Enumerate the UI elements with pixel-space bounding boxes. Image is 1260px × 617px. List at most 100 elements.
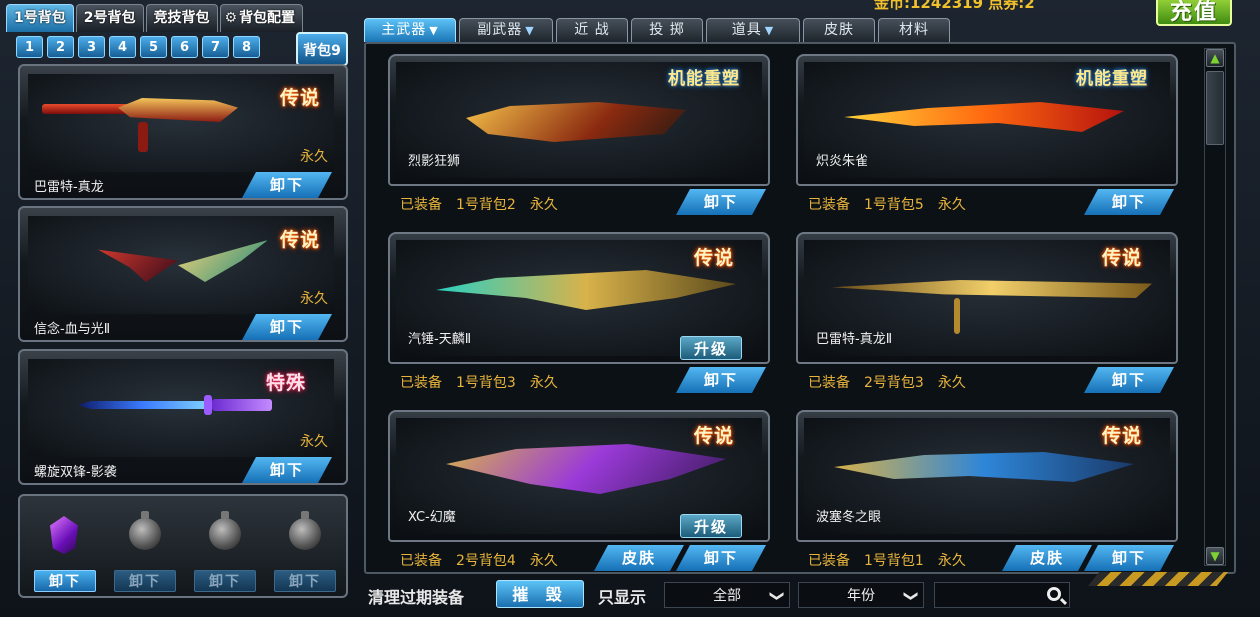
scrollbar[interactable]: ▲ ▼ [1204,48,1226,566]
filter-all-select[interactable]: 全部 ❯ [664,582,790,608]
chevron-down-icon: ▼ [429,24,439,37]
bag-number-6[interactable]: 6 [171,36,198,58]
tab-label: 副武器 [477,22,523,38]
tab-materials[interactable]: 材料 [878,18,950,42]
left-slot-primary[interactable]: 传说 永久 巴雷特-真龙 卸下 [18,64,348,200]
scroll-down-icon[interactable]: ▼ [1206,547,1224,565]
weapon-name: 汽锤-天麟Ⅱ [408,332,472,347]
bag-number-4[interactable]: 4 [109,36,136,58]
chevron-down-icon: ❯ [769,590,786,602]
filter-year-select[interactable]: 年份 ❯ [798,582,924,608]
tab-label: 主武器 [381,22,427,38]
currency-display: 金币:1242319 点券:2 [874,0,1035,12]
weapon-card[interactable]: 传说 巴雷特-真龙Ⅱ 已装备 2号背包3 永久 卸下 [792,228,1190,398]
unload-button[interactable]: 卸下 [676,189,766,215]
tab-primary-weapon[interactable]: 主武器 ▼ [364,18,456,42]
tab-skins[interactable]: 皮肤 [803,18,875,42]
search-input[interactable] [937,585,1037,605]
unload-button[interactable]: 卸下 [1084,189,1174,215]
weapon-card[interactable]: 机能重塑 炽炎朱雀 已装备 1号背包5 永久 卸下 [792,50,1190,220]
upgrade-button[interactable]: 升级 [680,336,742,360]
weapon-name: 螺旋双锋-影袭 [34,465,117,480]
chevron-down-icon: ▼ [525,24,535,37]
show-only-label: 只显示 [598,588,647,607]
unload-button[interactable]: 卸下 [1084,367,1174,393]
recharge-button[interactable]: 充值 [1156,0,1232,26]
badge-label: 机能重塑 [668,69,740,89]
skin-button[interactable]: 皮肤 [1002,545,1092,571]
throwable-slot-3[interactable] [202,508,244,558]
crystal-grenade-icon [50,516,78,554]
chevron-down-icon: ▼ [764,24,775,37]
unload-button[interactable]: 卸下 [242,457,332,483]
throwable-slot-4[interactable] [282,508,324,558]
tab-items[interactable]: 道具 ▼ [706,18,800,42]
unload-button[interactable]: 卸下 [242,172,332,198]
tab-label: 道具 [731,22,762,38]
weapon-card[interactable]: 传说 升级 XC-幻魔 已装备 2号背包4 永久 皮肤 卸下 [384,406,782,576]
weapon-name: 信念-血与光Ⅱ [34,322,111,337]
unload-button-4[interactable]: 卸下 [274,570,336,592]
tab-bag-1[interactable]: 1号背包 [6,4,74,32]
left-slot-secondary[interactable]: 传说 永久 信念-血与光Ⅱ 卸下 [18,206,348,342]
bag-number-1[interactable]: 1 [16,36,43,58]
bottom-bar: 清理过期装备 摧 毁 只显示 全部 ❯ 年份 ❯ [364,576,1236,614]
filter-all-value: 全部 [713,588,741,604]
rarity-badge: 传说 [694,247,735,269]
rarity-badge: 特殊 [266,372,307,394]
tab-secondary-weapon[interactable]: 副武器 ▼ [459,18,553,42]
search-field[interactable] [934,582,1070,608]
weapon-name: 炽炎朱雀 [816,154,869,169]
tab-bag-config[interactable]: ⚙ 背包配置 [219,4,304,32]
weapon-name: 烈影狂狮 [408,154,461,169]
unload-button[interactable]: 卸下 [676,545,766,571]
rarity-badge: 传说 [1102,247,1143,269]
unload-button[interactable]: 卸下 [242,314,332,340]
skin-button[interactable]: 皮肤 [594,545,684,571]
destroy-button[interactable]: 摧 毁 [496,580,584,608]
equip-info: 已装备 1号背包1 永久 [808,553,966,569]
chevron-down-icon: ❯ [903,590,920,602]
category-tabs: 主武器 ▼ 副武器 ▼ 近 战 投 掷 道具 ▼ 皮肤 材料 [364,18,950,42]
bag-number-3[interactable]: 3 [78,36,105,58]
unload-button-1[interactable]: 卸下 [34,570,96,592]
gear-icon: ⚙ [224,10,238,26]
grenade-icon [129,511,161,550]
duration-label: 永久 [300,291,328,307]
bag-number-9[interactable]: 背包9 [296,32,348,66]
search-icon[interactable] [1047,587,1061,601]
grenade-icon [289,511,321,550]
bag-number-5[interactable]: 5 [140,36,167,58]
scroll-thumb[interactable] [1206,71,1224,145]
bag-number-7[interactable]: 7 [202,36,229,58]
weapon-card[interactable]: 传说 波塞冬之眼 已装备 1号背包1 永久 皮肤 卸下 [792,406,1190,576]
tab-bag-2[interactable]: 2号背包 [75,4,144,32]
rarity-badge: 传说 [280,87,321,109]
grenade-icon [209,511,241,550]
weapon-name: 巴雷特-真龙 [34,180,104,195]
bag-number-8[interactable]: 8 [233,36,260,58]
weapon-card[interactable]: 机能重塑 烈影狂狮 已装备 1号背包2 永久 卸下 [384,50,782,220]
unload-button[interactable]: 卸下 [1084,545,1174,571]
left-slot-melee[interactable]: 特殊 永久 螺旋双锋-影袭 卸下 [18,349,348,485]
bag-number-2[interactable]: 2 [47,36,74,58]
throwable-slot-1[interactable] [42,508,84,558]
weapon-name: 巴雷特-真龙Ⅱ [816,332,893,347]
weapon-name: XC-幻魔 [408,510,456,525]
tab-throwable[interactable]: 投 掷 [631,18,703,42]
rarity-badge: 传说 [1102,425,1143,447]
unload-button[interactable]: 卸下 [676,367,766,393]
tab-arena-bag[interactable]: 竞技背包 [145,4,218,32]
unload-button-3[interactable]: 卸下 [194,570,256,592]
tab-melee[interactable]: 近 战 [556,18,628,42]
inventory-window: 1号背包 2号背包 竞技背包 ⚙ 背包配置 1 2 3 4 5 6 7 8 背包9… [0,0,1260,617]
rarity-badge: 传说 [694,425,735,447]
weapon-card[interactable]: 传说 升级 汽锤-天麟Ⅱ 已装备 1号背包3 永久 卸下 [384,228,782,398]
throwable-slot-2[interactable] [122,508,164,558]
filter-year-value: 年份 [847,588,875,604]
tab-bag-config-label: 背包配置 [239,10,296,26]
duration-label: 永久 [300,434,328,450]
upgrade-button[interactable]: 升级 [680,514,742,538]
scroll-up-icon[interactable]: ▲ [1206,49,1224,67]
unload-button-2[interactable]: 卸下 [114,570,176,592]
